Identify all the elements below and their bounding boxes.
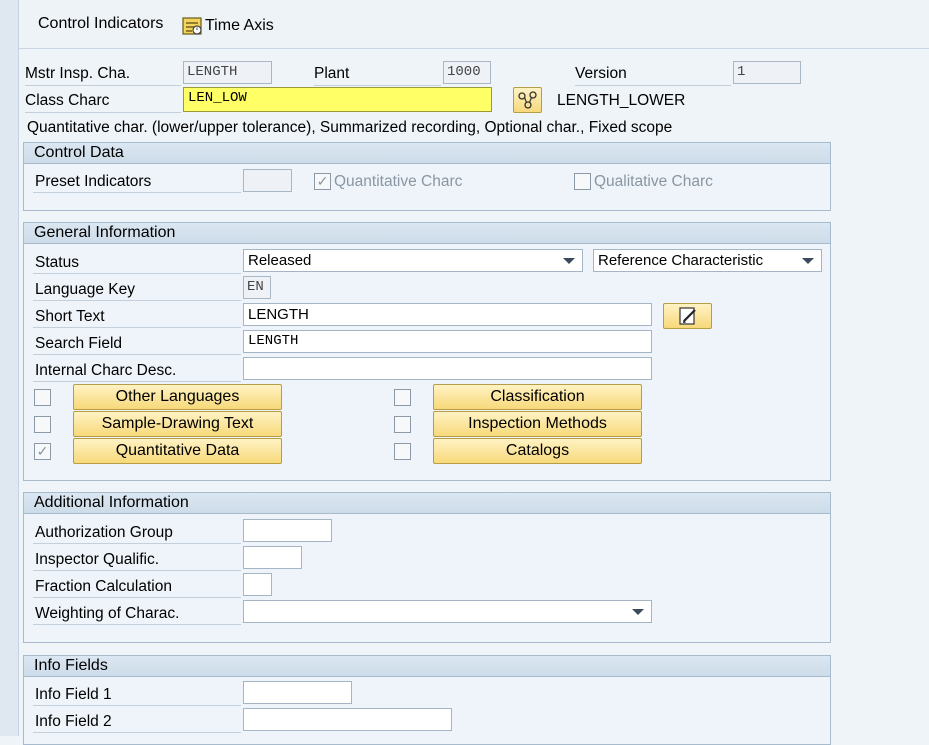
- sample-drawing-checkbox[interactable]: [34, 416, 51, 433]
- plant-field[interactable]: 1000: [443, 61, 491, 84]
- authorization-group-field[interactable]: [243, 519, 332, 542]
- label-underline: [33, 381, 241, 382]
- fraction-calculation-label: Fraction Calculation: [35, 578, 172, 595]
- mstr-insp-label: Mstr Insp. Cha.: [25, 65, 131, 82]
- info-field-1-input[interactable]: [243, 681, 352, 704]
- catalogs-button[interactable]: Catalogs: [433, 438, 642, 464]
- plant-label: Plant: [314, 65, 350, 82]
- inspector-qualific-label: Inspector Qualific.: [35, 551, 160, 568]
- label-underline: [33, 273, 241, 274]
- additional-information-title: Additional Information: [24, 493, 830, 514]
- quantitative-charc-checkbox[interactable]: ✓: [314, 173, 331, 190]
- label-underline: [33, 543, 241, 544]
- quantitative-data-button[interactable]: Quantitative Data: [73, 438, 282, 464]
- time-axis-button[interactable]: Time Axis: [181, 15, 274, 37]
- info-field-2-input[interactable]: [243, 708, 452, 731]
- label-underline: [33, 732, 241, 733]
- preset-indicators-field[interactable]: [243, 169, 292, 192]
- label-underline: [25, 112, 181, 113]
- class-charc-field[interactable]: LEN_LOW: [183, 87, 492, 112]
- control-data-title: Control Data: [24, 143, 830, 164]
- label-underline: [575, 85, 731, 86]
- label-underline: [33, 300, 241, 301]
- short-text-field[interactable]: LENGTH: [243, 303, 652, 326]
- short-text-label: Short Text: [35, 308, 105, 325]
- reference-characteristic-dropdown[interactable]: Reference Characteristic: [593, 249, 822, 272]
- reference-characteristic-value: Reference Characteristic: [598, 252, 764, 269]
- label-underline: [25, 85, 181, 86]
- language-key-label: Language Key: [35, 281, 135, 298]
- label-underline: [33, 570, 241, 571]
- time-axis-label: Time Axis: [205, 17, 274, 34]
- label-underline: [33, 624, 241, 625]
- mstr-insp-field[interactable]: LENGTH: [183, 61, 272, 84]
- inspection-methods-checkbox[interactable]: [394, 416, 411, 433]
- general-information-title: General Information: [24, 223, 830, 244]
- authorization-group-label: Authorization Group: [35, 524, 173, 541]
- characteristic-summary: Quantitative char. (lower/upper toleranc…: [27, 119, 673, 136]
- fraction-calculation-field[interactable]: [243, 573, 272, 596]
- hierarchy-icon: [517, 91, 537, 109]
- label-underline: [33, 327, 241, 328]
- class-charc-label: Class Charc: [25, 92, 110, 109]
- preset-indicators-label: Preset Indicators: [35, 173, 152, 190]
- time-axis-icon: [182, 17, 202, 35]
- label-underline: [314, 85, 441, 86]
- qualitative-charc-label: Qualitative Charc: [594, 173, 713, 190]
- label-underline: [33, 597, 241, 598]
- status-label: Status: [35, 254, 79, 271]
- classification-checkbox[interactable]: [394, 389, 411, 406]
- label-underline: [33, 354, 241, 355]
- application-toolbar: Control Indicators Time Axis: [19, 0, 929, 49]
- status-value: Released: [248, 252, 312, 269]
- info-field-2-label: Info Field 2: [35, 713, 112, 730]
- label-underline: [33, 192, 241, 193]
- status-dropdown[interactable]: Released: [243, 249, 583, 272]
- label-underline: [33, 705, 241, 706]
- qualitative-charc-checkbox[interactable]: [574, 173, 591, 190]
- control-indicators-button[interactable]: Control Indicators: [38, 15, 163, 33]
- left-border-strip: [0, 0, 19, 736]
- version-label: Version: [575, 65, 627, 82]
- language-key-field[interactable]: EN: [243, 276, 271, 299]
- search-field-input[interactable]: LENGTH: [243, 330, 652, 353]
- catalogs-checkbox[interactable]: [394, 443, 411, 460]
- internal-charc-desc-label: Internal Charc Desc.: [35, 362, 177, 379]
- search-field-label: Search Field: [35, 335, 123, 352]
- chevron-down-icon: [563, 258, 575, 264]
- chevron-down-icon: [632, 609, 644, 615]
- pencil-icon: [678, 307, 696, 325]
- sample-drawing-text-button[interactable]: Sample-Drawing Text: [73, 411, 282, 437]
- info-fields-title: Info Fields: [24, 656, 830, 677]
- weighting-of-charac-dropdown[interactable]: [243, 600, 652, 623]
- weighting-of-charac-label: Weighting of Charac.: [35, 605, 180, 622]
- info-field-1-label: Info Field 1: [35, 686, 112, 703]
- other-languages-button[interactable]: Other Languages: [73, 384, 282, 410]
- inspection-methods-button[interactable]: Inspection Methods: [433, 411, 642, 437]
- class-charc-description: LENGTH_LOWER: [557, 92, 686, 109]
- other-languages-checkbox[interactable]: [34, 389, 51, 406]
- edit-short-text-button[interactable]: [663, 303, 712, 329]
- class-lookup-button[interactable]: [513, 87, 542, 113]
- classification-button[interactable]: Classification: [433, 384, 642, 410]
- chevron-down-icon: [802, 258, 814, 264]
- inspector-qualific-field[interactable]: [243, 546, 302, 569]
- version-field[interactable]: 1: [733, 61, 801, 84]
- quantitative-charc-label: Quantitative Charc: [334, 173, 463, 190]
- internal-charc-desc-field[interactable]: [243, 357, 652, 380]
- quantitative-data-checkbox[interactable]: ✓: [34, 443, 51, 460]
